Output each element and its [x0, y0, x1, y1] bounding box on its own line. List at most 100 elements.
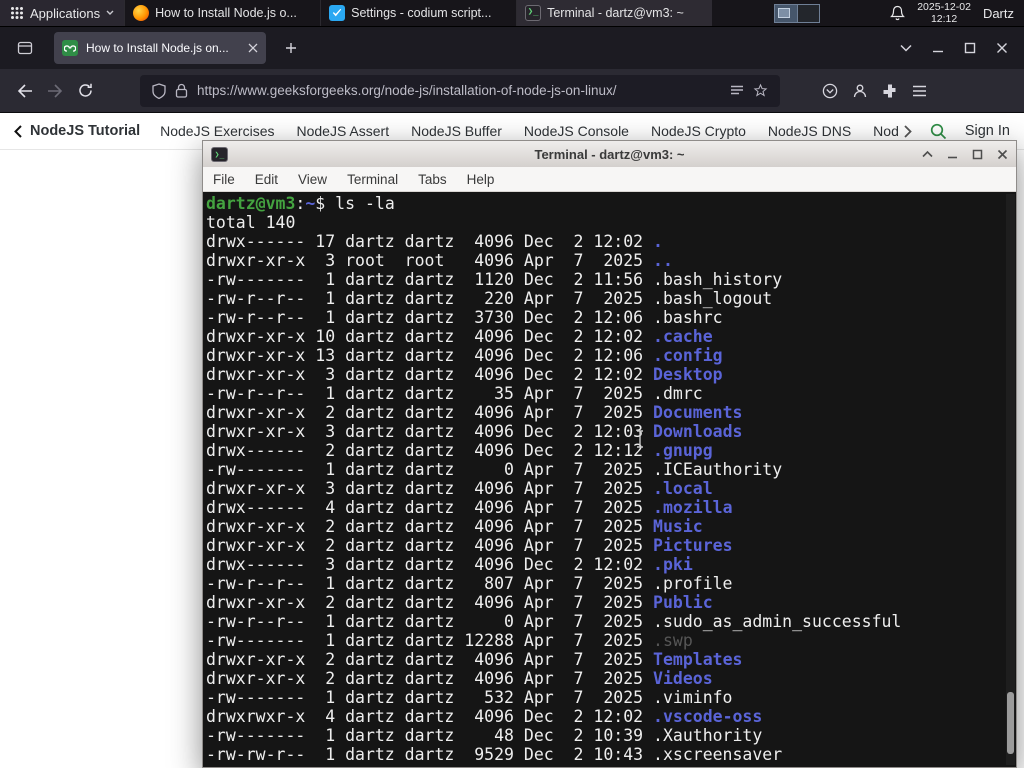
close-window-button[interactable] [997, 149, 1008, 160]
chevron-left-icon [14, 124, 22, 138]
hamburger-menu-icon[interactable] [912, 85, 927, 97]
lock-icon[interactable] [175, 83, 188, 98]
applications-menu[interactable]: Applications [0, 0, 125, 26]
subnav-back-item[interactable]: NodeJS Tutorial [14, 123, 140, 139]
subnav-item[interactable]: NodeJS Exercises [160, 123, 274, 139]
reader-view-icon[interactable] [730, 85, 744, 97]
terminal-line: -rw-rw-r-- 1 dartz dartz 9529 Dec 2 10:4… [206, 745, 783, 764]
taskbar-item-terminal[interactable]: ❯_ Terminal - dartz@vm3: ~ [516, 0, 713, 26]
reload-icon [78, 83, 92, 97]
notification-bell-icon[interactable] [890, 5, 906, 21]
terminal-line: drwx------ 17 dartz dartz 4096 Dec 2 12:… [206, 232, 663, 251]
tab-close-icon[interactable] [248, 43, 258, 53]
terminal-title: Terminal - dartz@vm3: ~ [534, 146, 685, 162]
subnav-item[interactable]: NodeJS Console [524, 123, 629, 139]
shade-window-button[interactable] [922, 149, 933, 160]
pocket-icon[interactable] [822, 83, 838, 99]
url-bar[interactable]: https://www.geeksforgeeks.org/node-js/in… [140, 74, 780, 107]
terminal-line: -rw-r--r-- 1 dartz dartz 35 Apr 7 2025 .… [206, 384, 703, 403]
taskbar-item-browser[interactable]: How to Install Node.js o... [124, 0, 320, 26]
extensions-puzzle-icon[interactable] [882, 83, 898, 99]
browser-toolbar: https://www.geeksforgeeks.org/node-js/in… [0, 69, 1024, 113]
tabbar-controls [900, 42, 1024, 54]
workspace-1[interactable] [775, 4, 798, 22]
terminal-line: -rw-r--r-- 1 dartz dartz 220 Apr 7 2025 … [206, 289, 773, 308]
subnav-item[interactable]: NodeJS Assert [297, 123, 390, 139]
taskbar-label: How to Install Node.js o... [155, 6, 297, 20]
search-icon[interactable] [930, 123, 947, 140]
browser-tab[interactable]: How to Install Node.js on... [54, 32, 266, 64]
clock[interactable]: 2025-12-02 12:12 [917, 1, 971, 25]
subnav-item[interactable]: NodeJS Crypto [651, 123, 746, 139]
back-arrow-icon [17, 83, 32, 98]
terminal-line: -rw-r--r-- 1 dartz dartz 3730 Dec 2 12:0… [206, 308, 723, 327]
terminal-output[interactable]: dartz@vm3:~$ ls -la total 140 drwx------ 1… [203, 192, 1016, 767]
terminal-line: drwx------ 4 dartz dartz 4096 Apr 7 2025… [206, 498, 733, 517]
clock-date: 2025-12-02 [917, 0, 971, 13]
menu-edit[interactable]: Edit [255, 172, 278, 187]
subnav-right-controls: Sign In [897, 122, 1010, 140]
terminal-scrollbar[interactable] [1006, 194, 1015, 765]
terminal-line: drwxr-xr-x 10 dartz dartz 4096 Dec 2 12:… [206, 327, 713, 346]
terminal-window-controls [922, 149, 1008, 160]
terminal-line: dartz@vm3:~$ ls -la [206, 194, 395, 213]
toolbar-extra-icons [822, 83, 931, 99]
menu-tabs[interactable]: Tabs [418, 172, 447, 187]
menu-help[interactable]: Help [467, 172, 495, 187]
chevron-right-icon[interactable] [904, 124, 912, 138]
tab-title: How to Install Node.js on... [86, 41, 229, 55]
terminal-icon: ❯_ [211, 146, 228, 162]
new-tab-button[interactable] [276, 33, 306, 63]
terminal-line: total 140 [206, 213, 296, 232]
window-minimize-icon[interactable] [932, 42, 944, 54]
terminal-line: -rw------- 1 dartz dartz 0 Apr 7 2025 .I… [206, 460, 783, 479]
firefox-view-button[interactable] [10, 33, 40, 63]
terminal-line: -rw------- 1 dartz dartz 1120 Dec 2 11:5… [206, 270, 783, 289]
reload-button[interactable] [70, 76, 100, 106]
terminal-line: -rw-r--r-- 1 dartz dartz 807 Apr 7 2025 … [206, 574, 733, 593]
terminal-line: drwxr-xr-x 3 root root 4096 Apr 7 2025 .… [206, 251, 673, 270]
terminal-line: drwxr-xr-x 2 dartz dartz 4096 Apr 7 2025… [206, 517, 703, 536]
mouse-cursor [634, 429, 646, 449]
menu-file[interactable]: File [213, 172, 235, 187]
workspace-2[interactable] [798, 5, 820, 22]
terminal-titlebar[interactable]: ❯_ Terminal - dartz@vm3: ~ [203, 141, 1016, 167]
subnav-item[interactable]: NodeJS Buffer [411, 123, 502, 139]
maximize-window-button[interactable] [972, 149, 983, 160]
terminal-line: drwxr-xr-x 2 dartz dartz 4096 Apr 7 2025… [206, 669, 713, 688]
tab-favicon-icon [62, 40, 78, 56]
user-menu[interactable]: Dartz [983, 6, 1014, 21]
subnav-item[interactable]: NodeJS [873, 123, 898, 139]
terminal-icon: ❯_ [525, 5, 542, 21]
taskbar-label: Settings - codium script... [351, 6, 492, 20]
top-panel: Applications How to Install Node.js o...… [0, 0, 1024, 27]
plus-icon [286, 43, 296, 53]
subnav-item[interactable]: NodeJS DNS [768, 123, 851, 139]
forward-button[interactable] [40, 76, 70, 106]
tracking-shield-icon[interactable] [152, 82, 166, 99]
window-close-icon[interactable] [996, 42, 1008, 54]
url-text[interactable]: https://www.geeksforgeeks.org/node-js/in… [197, 83, 721, 98]
subnav-items: NodeJS Exercises NodeJS Assert NodeJS Bu… [160, 123, 898, 139]
menu-view[interactable]: View [298, 172, 327, 187]
sign-in-button[interactable]: Sign In [965, 123, 1010, 139]
account-icon[interactable] [852, 83, 868, 99]
terminal-scrollbar-thumb[interactable] [1007, 692, 1014, 754]
window-maximize-icon[interactable] [964, 42, 976, 54]
terminal-line: -rw------- 1 dartz dartz 532 Apr 7 2025 … [206, 688, 733, 707]
menu-terminal[interactable]: Terminal [347, 172, 398, 187]
minimize-window-button[interactable] [947, 149, 958, 160]
clock-time: 12:12 [930, 13, 958, 25]
terminal-line: drwxr-xr-x 2 dartz dartz 4096 Apr 7 2025… [206, 650, 743, 669]
chevron-down-icon [106, 10, 114, 15]
terminal-line: drwxr-xr-x 3 dartz dartz 4096 Dec 2 12:0… [206, 422, 743, 441]
back-button[interactable] [10, 76, 40, 106]
codium-icon [329, 5, 346, 21]
terminal-line: drwxr-xr-x 13 dartz dartz 4096 Dec 2 12:… [206, 346, 723, 365]
bookmark-star-icon[interactable] [753, 83, 768, 98]
list-all-tabs-icon[interactable] [900, 44, 912, 52]
taskbar-item-codium[interactable]: Settings - codium script... [320, 0, 516, 26]
subnav-back-label: NodeJS Tutorial [30, 123, 141, 139]
forward-arrow-icon [48, 83, 63, 98]
workspace-switcher[interactable] [774, 3, 821, 23]
